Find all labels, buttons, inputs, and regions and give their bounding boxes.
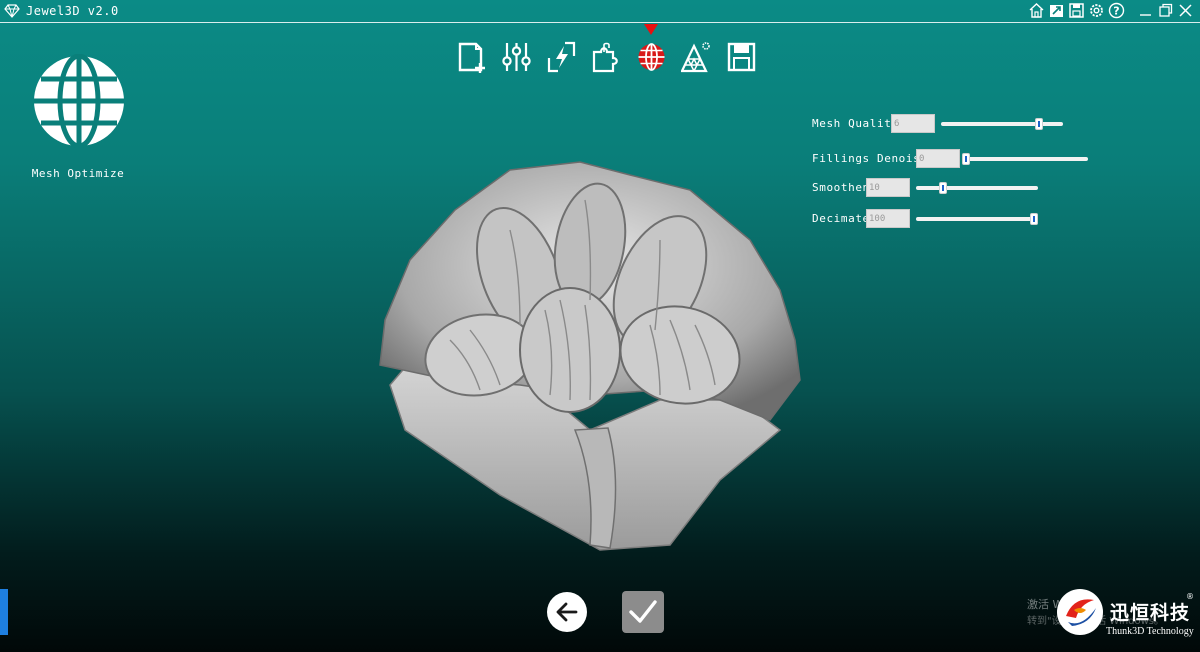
decimate-label: Decimate bbox=[812, 212, 870, 225]
mode-globe-icon bbox=[32, 53, 126, 149]
export-icon[interactable] bbox=[1048, 2, 1065, 19]
decimate-slider[interactable] bbox=[916, 213, 1038, 225]
smoothen-label: Smoothen bbox=[812, 181, 870, 194]
fillings-denoise-thumb[interactable] bbox=[962, 153, 970, 165]
smoothen-slider[interactable] bbox=[916, 182, 1038, 194]
triangle-mesh-icon bbox=[680, 42, 710, 73]
flower-model[interactable] bbox=[360, 150, 820, 560]
save-tool[interactable] bbox=[726, 40, 757, 74]
arrow-left-icon bbox=[556, 602, 578, 622]
floppy-icon bbox=[727, 42, 756, 72]
brand-name-cn: 迅恒科技 bbox=[1110, 602, 1191, 624]
fillings-denoise-input[interactable]: 0 bbox=[916, 149, 960, 168]
smoothen-input[interactable]: 10 bbox=[866, 178, 910, 197]
title-spacer bbox=[1128, 2, 1134, 19]
mode-label: Mesh Optimize bbox=[31, 167, 125, 180]
puzzle-icon bbox=[592, 42, 618, 73]
help-icon[interactable]: ? bbox=[1108, 2, 1125, 19]
mesh-optimize-tool[interactable] bbox=[636, 24, 667, 74]
smoothen-thumb[interactable] bbox=[938, 182, 947, 194]
new-project-tool[interactable] bbox=[456, 40, 487, 74]
close-icon[interactable] bbox=[1177, 2, 1194, 19]
mesh-tool[interactable] bbox=[680, 40, 712, 74]
fillings-denoise-slider[interactable] bbox=[962, 153, 1088, 165]
diamond-icon bbox=[4, 3, 20, 19]
active-tool-marker bbox=[644, 24, 658, 35]
new-file-icon bbox=[458, 42, 485, 73]
brand-name-en: Thunk3D Technology bbox=[1106, 626, 1194, 637]
brand-registered-mark: ® bbox=[1186, 592, 1194, 601]
decimate-thumb[interactable] bbox=[1030, 213, 1038, 225]
svg-text:?: ? bbox=[1113, 5, 1119, 18]
mesh-quality-slider[interactable] bbox=[941, 118, 1063, 130]
settings-icon[interactable] bbox=[1088, 2, 1105, 19]
home-icon[interactable] bbox=[1028, 2, 1045, 19]
plugins-tool[interactable] bbox=[591, 40, 622, 74]
checkmark-icon bbox=[629, 600, 657, 623]
restore-icon[interactable] bbox=[1157, 2, 1174, 19]
decimate-input[interactable]: 100 bbox=[866, 209, 910, 228]
back-button[interactable] bbox=[547, 592, 587, 632]
process-tool[interactable] bbox=[546, 40, 577, 74]
minimize-icon[interactable] bbox=[1137, 2, 1154, 19]
fillings-denoise-label: Fillings Denoise bbox=[812, 152, 928, 165]
save-icon[interactable] bbox=[1068, 2, 1085, 19]
adjust-tool[interactable] bbox=[501, 40, 532, 74]
title-icons: ? bbox=[1028, 2, 1194, 19]
mesh-quality-input[interactable]: 6 bbox=[891, 114, 935, 133]
mesh-quality-thumb[interactable] bbox=[1034, 118, 1043, 130]
confirm-button[interactable] bbox=[622, 591, 664, 633]
side-panel-tab[interactable] bbox=[0, 589, 8, 635]
title-bar: Jewel3D v2.0 ? bbox=[0, 0, 1200, 23]
globe-icon bbox=[638, 43, 665, 71]
mesh-quality-label: Mesh Quality bbox=[812, 117, 899, 130]
brand-logo bbox=[1056, 588, 1104, 636]
sliders-icon bbox=[502, 43, 531, 71]
app-title: Jewel3D v2.0 bbox=[26, 4, 119, 18]
main-toolbar bbox=[456, 24, 757, 74]
lightning-icon bbox=[547, 41, 576, 73]
